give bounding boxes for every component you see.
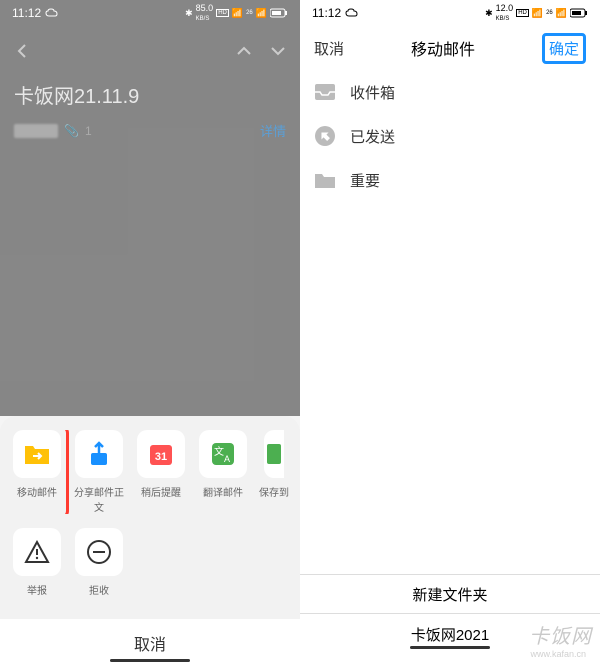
- folder-icon: [314, 169, 336, 191]
- gesture-bar: [410, 646, 490, 649]
- action-label: 翻译邮件: [203, 484, 243, 499]
- action-label: 保存到: [259, 484, 289, 499]
- bluetooth-icon: ✱: [185, 8, 193, 19]
- page-title: 移动邮件: [411, 36, 475, 60]
- gesture-bar: [110, 659, 190, 662]
- calendar-icon: 31: [148, 441, 174, 467]
- new-folder-button[interactable]: 新建文件夹: [300, 574, 600, 614]
- signal-icon: 📶: [232, 8, 243, 19]
- svg-text:A: A: [224, 454, 230, 464]
- cloud-icon: [45, 8, 59, 18]
- right-screenshot: 11:12 ✱ 12.0KB/S HD 📶 26 📶 取消 移动邮件 确定: [300, 0, 600, 667]
- signal-icon-2: 📶: [556, 8, 567, 19]
- folder-label: 已发送: [350, 126, 395, 147]
- action-share[interactable]: 分享邮件正文: [72, 430, 126, 514]
- email-subject: 卡饭网21.11.9: [14, 80, 286, 109]
- confirm-button[interactable]: 确定: [549, 41, 579, 58]
- share-icon: [87, 441, 111, 467]
- action-sheet: 移动邮件 分享邮件正文 31 稍后提醒: [0, 416, 300, 667]
- status-time: 11:12: [312, 6, 341, 20]
- move-email-highlight: 移动邮件: [10, 430, 69, 514]
- battery-icon: [270, 8, 288, 18]
- action-remind[interactable]: 31 稍后提醒: [134, 430, 188, 514]
- network-icon: 26: [546, 10, 553, 16]
- sender-blurred: [14, 124, 58, 138]
- svg-text:文: 文: [214, 445, 224, 458]
- svg-text:31: 31: [155, 451, 167, 463]
- folder-list: 收件箱 已发送 重要: [300, 70, 600, 202]
- signal-icon-2: 📶: [256, 8, 267, 19]
- email-detail-link[interactable]: 详情: [260, 121, 286, 140]
- cancel-button[interactable]: 取消: [314, 38, 344, 59]
- action-report[interactable]: 举报: [10, 528, 64, 597]
- inbox-icon: [314, 81, 336, 103]
- hd-icon: HD: [516, 9, 529, 17]
- selected-folder[interactable]: 卡饭网2021: [300, 614, 600, 654]
- action-label: 稍后提醒: [141, 484, 181, 499]
- folder-label: 收件箱: [350, 82, 395, 103]
- action-save[interactable]: 保存到: [258, 430, 290, 514]
- save-icon: [267, 444, 281, 464]
- chevron-down-icon[interactable]: [270, 45, 286, 57]
- email-overlay: 卡饭网21.11.9 📎 1 详情: [0, 26, 300, 416]
- action-label: 举报: [27, 582, 47, 597]
- action-translate[interactable]: 文A 翻译邮件: [196, 430, 250, 514]
- cancel-button[interactable]: 取消: [0, 619, 300, 667]
- status-time: 11:12: [12, 6, 41, 20]
- folder-sent[interactable]: 已发送: [314, 114, 586, 158]
- signal-icon: 📶: [532, 8, 543, 19]
- left-screenshot: 11:12 ✱ 85.0KB/S HD 📶 26 📶: [0, 0, 300, 667]
- translate-icon: 文A: [210, 441, 236, 467]
- warning-icon: [24, 540, 50, 564]
- back-icon[interactable]: [14, 43, 30, 59]
- folder-inbox[interactable]: 收件箱: [314, 70, 586, 114]
- action-label: 移动邮件: [17, 484, 57, 499]
- sent-icon: [314, 125, 336, 147]
- status-bar: 11:12 ✱ 12.0KB/S HD 📶 26 📶: [300, 0, 600, 26]
- cloud-icon: [345, 8, 359, 18]
- bluetooth-icon: ✱: [485, 8, 493, 19]
- network-icon: 26: [246, 10, 253, 16]
- confirm-highlight: 确定: [542, 33, 586, 64]
- status-bar: 11:12 ✱ 85.0KB/S HD 📶 26 📶: [0, 0, 300, 26]
- folder-important[interactable]: 重要: [314, 158, 586, 202]
- folder-move-icon: [23, 442, 51, 466]
- hd-icon: HD: [216, 9, 229, 17]
- attachment-count: 1: [85, 124, 92, 138]
- action-move-email[interactable]: 移动邮件: [10, 430, 64, 499]
- reject-icon: [86, 539, 112, 565]
- folder-label: 重要: [350, 170, 380, 191]
- attachment-icon: 📎: [64, 124, 79, 138]
- battery-icon: [570, 8, 588, 18]
- action-reject[interactable]: 拒收: [72, 528, 126, 597]
- action-label: 分享邮件正文: [72, 484, 126, 514]
- action-label: 拒收: [89, 582, 109, 597]
- move-email-header: 取消 移动邮件 确定: [300, 26, 600, 70]
- email-nav: [14, 36, 286, 66]
- chevron-up-icon[interactable]: [236, 45, 252, 57]
